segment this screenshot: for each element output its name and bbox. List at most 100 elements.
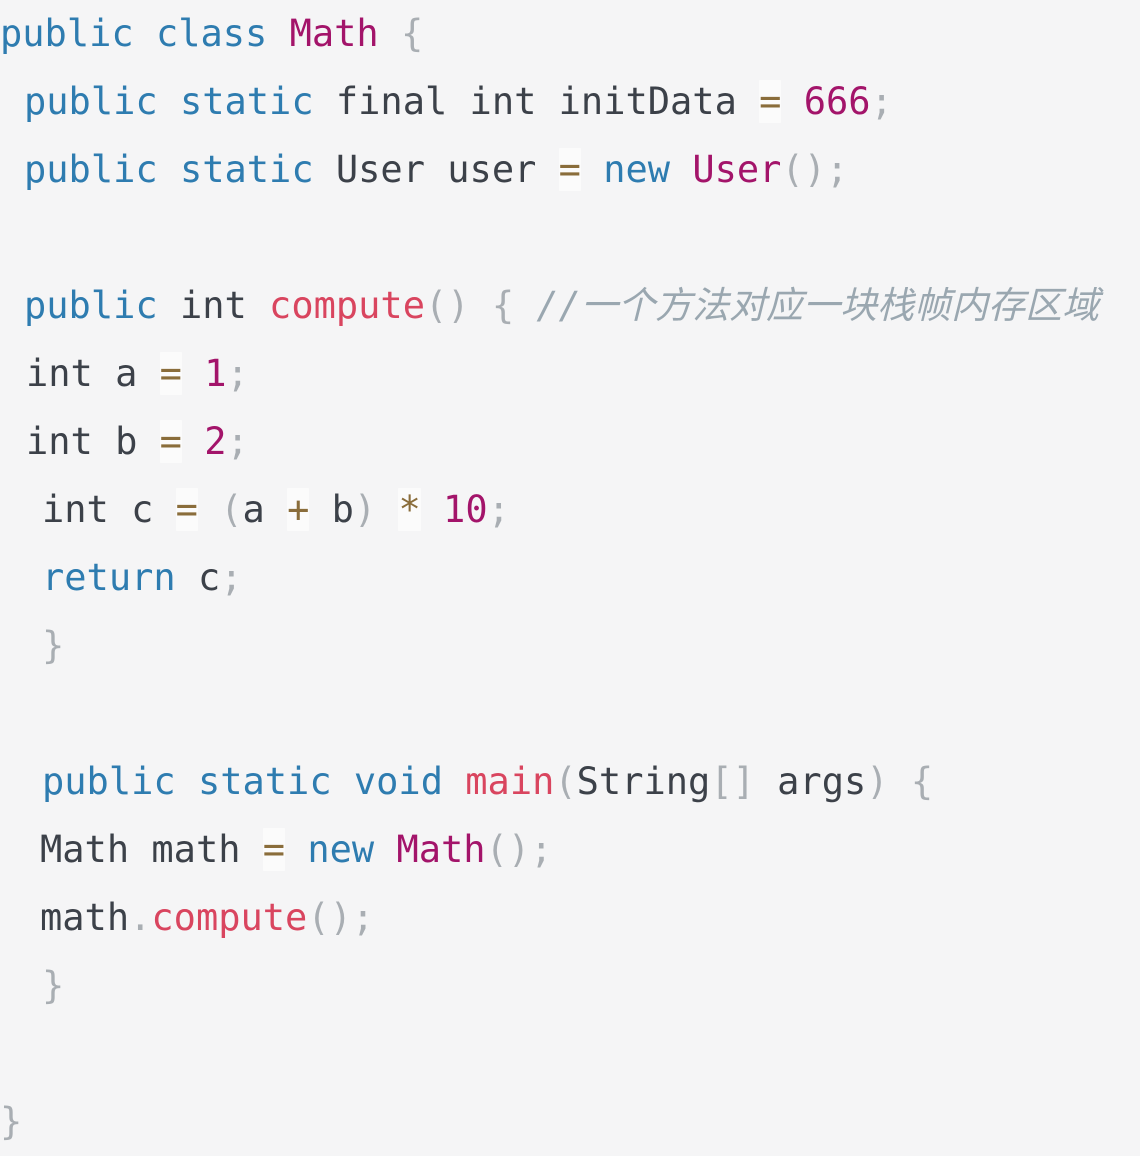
code-token-kw: public	[24, 80, 158, 123]
code-token-punc: ();	[485, 828, 553, 871]
code-line[interactable]: Math math = new Math();	[0, 816, 1140, 884]
code-token-id	[158, 148, 180, 191]
code-token-type: final	[335, 80, 448, 123]
code-token-kw: public	[0, 12, 134, 55]
code-token-kw: new	[603, 148, 671, 191]
code-token-cmt: //一个方法对应一块栈帧内存区域	[536, 284, 1099, 327]
code-token-kw: static	[197, 760, 332, 803]
code-token-id	[737, 80, 759, 123]
code-token-id	[93, 352, 115, 395]
code-token-id	[176, 760, 198, 803]
code-token-type: int	[42, 488, 109, 531]
code-line[interactable]: public static User user = new User();	[0, 136, 1140, 204]
code-token-op: =	[159, 352, 182, 395]
code-token-id: user	[447, 148, 537, 191]
code-token-kw: void	[353, 760, 443, 803]
code-token-id: c	[131, 488, 154, 531]
code-token-id	[153, 488, 175, 531]
code-token-id	[781, 80, 803, 123]
code-token-punc: }	[0, 1100, 23, 1143]
code-token-id	[137, 420, 159, 463]
code-token-op: *	[398, 488, 421, 531]
code-token-op: +	[287, 488, 310, 531]
code-token-punc: []	[710, 760, 755, 803]
code-line[interactable]: }	[0, 612, 1140, 680]
code-token-id	[182, 352, 204, 395]
code-token-id	[514, 284, 536, 327]
code-token-id	[314, 80, 336, 123]
code-token-id	[93, 420, 115, 463]
code-line[interactable]: public static void main(String[] args) {	[0, 748, 1140, 816]
code-token-id	[421, 488, 443, 531]
code-token-id	[137, 352, 159, 395]
code-token-id	[134, 12, 156, 55]
code-line[interactable]: int a = 1;	[0, 340, 1140, 408]
code-line[interactable]: public class Math {	[0, 0, 1140, 68]
code-line[interactable]: public int compute() { //一个方法对应一块栈帧内存区域	[0, 272, 1140, 340]
code-token-id	[247, 284, 269, 327]
code-token-fn: main	[465, 760, 555, 803]
code-token-fn: compute	[151, 896, 308, 939]
code-line[interactable]: int c = (a + b) * 10;	[0, 476, 1140, 544]
code-token-id	[182, 420, 204, 463]
code-token-kw: public	[24, 284, 158, 327]
code-token-punc: {	[910, 760, 934, 803]
code-token-punc: {	[491, 284, 515, 327]
code-token-id	[376, 488, 398, 531]
code-line[interactable]: }	[0, 952, 1140, 1020]
code-token-type: String	[576, 760, 711, 803]
code-token-punc: ;	[226, 420, 249, 463]
code-token-id	[198, 488, 220, 531]
code-line[interactable]: }	[0, 1088, 1140, 1156]
code-token-id: initData	[558, 80, 737, 123]
code-line[interactable]: return c;	[0, 544, 1140, 612]
code-token-punc: ;	[220, 556, 243, 599]
code-line-blank[interactable]	[0, 204, 1140, 272]
code-token-op: =	[159, 420, 182, 463]
code-editor-surface[interactable]: public class Math {public static final i…	[0, 0, 1140, 1156]
code-token-punc: .	[129, 896, 152, 939]
code-token-id	[425, 148, 447, 191]
code-token-id	[889, 760, 911, 803]
code-token-id: math	[151, 828, 241, 871]
code-token-punc: ;	[487, 488, 510, 531]
code-token-punc: ;	[226, 352, 249, 395]
code-token-id	[314, 148, 336, 191]
code-token-type: Math	[40, 828, 130, 871]
code-line-blank[interactable]	[0, 1020, 1140, 1088]
code-token-kw: public	[42, 760, 176, 803]
code-line[interactable]: math.compute();	[0, 884, 1140, 952]
code-line-blank[interactable]	[0, 680, 1140, 748]
code-token-id	[755, 760, 777, 803]
code-token-punc: ()	[424, 284, 470, 327]
code-token-type: int	[26, 420, 93, 463]
code-token-op: =	[759, 80, 782, 123]
code-token-num: 1	[204, 352, 227, 395]
code-token-type: int	[469, 80, 537, 123]
code-token-id	[176, 556, 198, 599]
code-token-id	[670, 148, 692, 191]
code-line[interactable]: int b = 2;	[0, 408, 1140, 476]
code-token-num: 2	[204, 420, 227, 463]
code-token-id	[374, 828, 396, 871]
code-token-num: 666	[803, 80, 871, 123]
code-token-kw: public	[24, 148, 158, 191]
code-token-id: b	[115, 420, 138, 463]
code-token-id: b	[331, 488, 354, 531]
code-token-id	[267, 12, 289, 55]
code-token-punc: ();	[781, 148, 849, 191]
code-token-kw: return	[42, 556, 176, 599]
code-token-type: int	[179, 284, 247, 327]
code-token-cls: Math	[289, 12, 379, 55]
code-token-id	[470, 284, 492, 327]
code-line[interactable]: public static final int initData = 666;	[0, 68, 1140, 136]
code-token-punc: }	[42, 624, 65, 667]
code-token-cls: Math	[396, 828, 486, 871]
code-token-id	[285, 828, 307, 871]
code-token-punc: )	[866, 760, 889, 803]
code-token-punc: (	[220, 488, 243, 531]
code-token-type: User	[335, 148, 425, 191]
code-token-id	[447, 80, 469, 123]
code-token-id: math	[40, 896, 130, 939]
code-token-id	[158, 284, 180, 327]
